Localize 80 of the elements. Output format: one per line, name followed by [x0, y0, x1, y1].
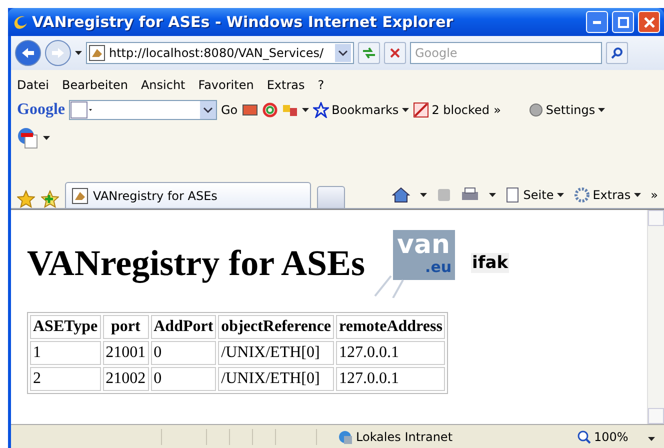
table-cell: 0: [150, 341, 216, 365]
settings-button[interactable]: Settings: [528, 103, 606, 117]
table-cell: 21001: [102, 341, 149, 365]
refresh-icon: [362, 47, 376, 59]
favorites-star-icon[interactable]: [17, 190, 35, 208]
go-button[interactable]: Go: [221, 103, 238, 117]
menu-item[interactable]: Datei: [17, 78, 50, 92]
refresh-button[interactable]: [358, 42, 380, 64]
caret-icon: [634, 193, 641, 197]
page-heading: VANregistry for ASEs: [27, 242, 366, 284]
menu-item[interactable]: Favoriten: [198, 78, 254, 92]
caret-icon[interactable]: [43, 136, 50, 140]
home-icon[interactable]: [392, 187, 410, 203]
menu-item[interactable]: ?: [318, 78, 324, 92]
dropdown-icon[interactable]: [200, 101, 216, 119]
blocked-icon: [412, 102, 429, 118]
zone-label: Lokales Intranet: [356, 430, 453, 444]
gear-icon: [574, 187, 590, 203]
close-icon: [644, 16, 654, 28]
add-favorite-icon[interactable]: [41, 190, 59, 208]
stop-icon: [390, 48, 400, 58]
back-button[interactable]: [15, 40, 41, 66]
table-cell: /UNIX/ETH[0]: [218, 367, 334, 391]
column-header: port: [102, 315, 149, 339]
stop-button[interactable]: [384, 42, 406, 64]
table-cell: 0: [150, 367, 216, 391]
more-chevron[interactable]: »: [650, 188, 658, 202]
table-cell: 127.0.0.1: [336, 367, 446, 391]
caret-icon[interactable]: [420, 193, 428, 197]
document-icon: [506, 187, 520, 203]
printer-icon[interactable]: [461, 187, 480, 203]
menu-item[interactable]: Extras: [266, 78, 305, 92]
caret-icon: [556, 193, 564, 197]
dropdown-icon[interactable]: [335, 44, 351, 62]
caret-icon[interactable]: [489, 193, 496, 197]
menu-item[interactable]: Bearbeiten: [62, 78, 128, 92]
close-button[interactable]: [638, 11, 660, 33]
more-chevron[interactable]: »: [494, 103, 501, 117]
maximize-icon: [618, 16, 628, 28]
tools-menu-button[interactable]: Extras: [574, 187, 641, 203]
browser-tab[interactable]: VANregistry for ASEs: [65, 182, 311, 208]
window-title: VANregistry for ASEs - Windows Internet Explorer: [32, 13, 454, 31]
maximize-button[interactable]: [612, 11, 634, 33]
caret-icon: [598, 108, 606, 112]
minimize-button[interactable]: [586, 11, 608, 33]
ifak-logo: ifak: [471, 253, 510, 273]
menu-item[interactable]: Ansicht: [140, 78, 186, 92]
page-icon: [89, 45, 105, 61]
table-cell: 21002: [102, 367, 149, 391]
page-menu-button[interactable]: Seite: [506, 187, 564, 203]
bookmarks-button[interactable]: Bookmarks: [312, 102, 409, 118]
caret-icon[interactable]: [648, 436, 656, 440]
circle-icon: [528, 103, 543, 117]
column-header: ASEType: [30, 315, 101, 339]
page-icon: [72, 188, 88, 204]
minimize-icon: [593, 20, 601, 24]
pdf-icon[interactable]: [17, 127, 39, 149]
caret-icon[interactable]: [302, 108, 309, 112]
address-field[interactable]: http://localhost:8080/VAN_Services/: [86, 42, 354, 64]
back-arrow-icon: [21, 47, 35, 59]
zoom-button[interactable]: 100%: [577, 430, 628, 444]
column-header: objectReference: [218, 315, 334, 339]
search-button[interactable]: [606, 42, 628, 64]
network-icon: [337, 428, 353, 444]
table-cell: /UNIX/ETH[0]: [218, 341, 334, 365]
star-icon: [312, 102, 329, 118]
table-cell: 1: [30, 341, 101, 365]
caret-icon: [402, 108, 409, 112]
column-header: AddPort: [150, 315, 216, 339]
google-logo: Google: [17, 101, 65, 119]
caret-icon[interactable]: [75, 51, 82, 55]
table-cell: 127.0.0.1: [336, 341, 446, 365]
table-cell: 2: [30, 367, 101, 391]
column-header: remoteAddress: [336, 315, 446, 339]
search-icon: [611, 47, 623, 59]
popup-blocker-button[interactable]: 2 blocked: [412, 102, 490, 118]
search-field[interactable]: Google: [410, 42, 602, 64]
google-search-field[interactable]: [69, 100, 217, 120]
zoom-icon: [577, 430, 591, 444]
forward-arrow-icon: [51, 47, 65, 59]
